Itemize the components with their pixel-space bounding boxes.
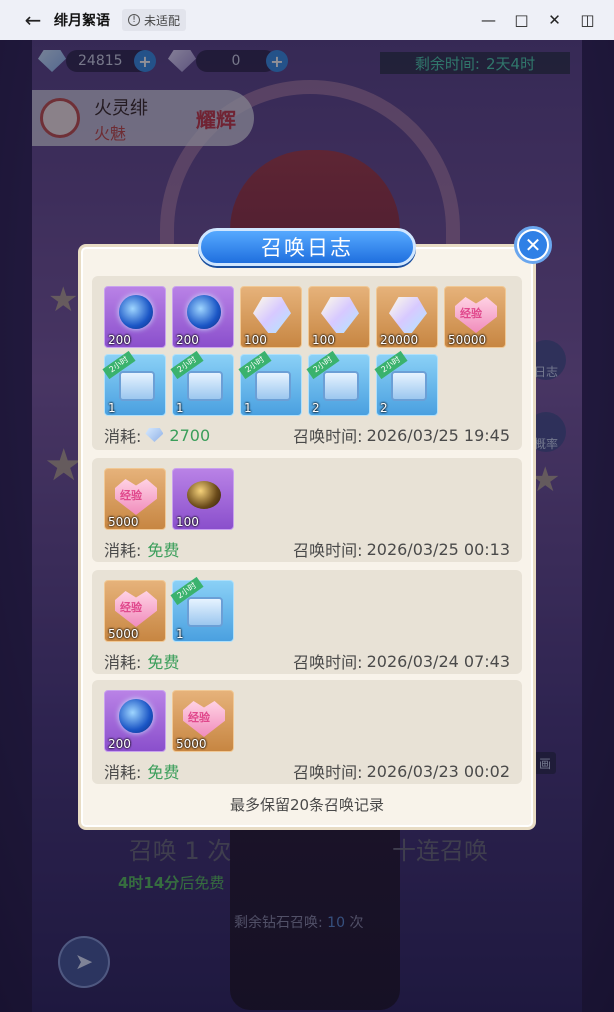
reward-item[interactable]: 2小时 2 xyxy=(374,350,438,416)
log-entry-footer: 消耗: 免费 召唤时间: 2026/03/24 07:43 xyxy=(104,650,510,673)
close-x-icon: ✕ xyxy=(519,231,547,259)
treasure-chest-icon xyxy=(255,371,291,401)
reward-item[interactable]: 经验 50000 xyxy=(444,286,506,348)
reward-item[interactable]: 经验 5000 xyxy=(104,468,166,530)
log-entry: 经验 5000 100 消耗: 免费 召唤时间: 2026/03/25 00:13 xyxy=(92,458,522,562)
dialog-title: 召唤日志 xyxy=(261,236,353,260)
cost-value: 免费 xyxy=(147,541,180,560)
dialog-footer-note: 最多保留20条召唤记录 xyxy=(229,796,385,814)
reward-quantity: 200 xyxy=(108,737,131,751)
crystal-orb-icon xyxy=(187,295,221,329)
summon-time-label: 召唤时间: xyxy=(293,427,363,446)
gem-crystal-icon xyxy=(389,297,427,333)
log-entry: 200 经验 5000 消耗: 免费 召唤时间: 2026/03/23 00:02 xyxy=(92,680,522,784)
log-entry-footer: 消耗: 2700 召唤时间: 2026/03/25 19:45 xyxy=(104,424,510,447)
reward-item[interactable]: 200 xyxy=(104,286,166,348)
reward-item[interactable]: 20000 xyxy=(376,286,438,348)
cost-value: 免费 xyxy=(147,653,180,672)
heart-exp-text: 经验 xyxy=(460,307,482,320)
summon-time-value: 2026/03/23 00:02 xyxy=(366,761,510,781)
cost-value: 2700 xyxy=(169,425,211,445)
reward-item[interactable]: 2小时 1 xyxy=(102,350,166,416)
cost-value: 免费 xyxy=(147,763,180,782)
reward-item[interactable]: 经验 5000 xyxy=(172,690,234,752)
crystal-orb-icon xyxy=(119,295,153,329)
log-entry: 经验 5000 2小时 1 消耗: 免费 召唤时间: 2026/03/24 07:43 xyxy=(92,570,522,674)
minimize-icon[interactable]: — xyxy=(472,0,505,40)
log-entry-footer: 消耗: 免费 召唤时间: 2026/03/25 00:13 xyxy=(104,538,510,561)
reward-quantity: 1 xyxy=(108,401,116,415)
reward-quantity: 5000 xyxy=(108,515,139,529)
reward-item[interactable]: 2小时 2 xyxy=(306,350,370,416)
heart-exp-text: 经验 xyxy=(188,711,210,724)
reward-quantity: 200 xyxy=(176,333,199,347)
reward-item[interactable]: 2小时 1 xyxy=(170,576,234,642)
reward-quantity: 100 xyxy=(244,333,267,347)
summon-time-label: 召唤时间: xyxy=(293,541,363,560)
summon-time-value: 2026/03/24 07:43 xyxy=(366,651,510,671)
reward-quantity: 100 xyxy=(312,333,335,347)
info-icon: ! xyxy=(128,14,140,26)
reward-quantity: 1 xyxy=(244,401,252,415)
treasure-chest-icon xyxy=(323,371,359,401)
reward-item[interactable]: 100 xyxy=(172,468,234,530)
cost-label: 消耗: xyxy=(104,763,142,782)
gem-crystal-icon xyxy=(321,297,359,333)
cost-label: 消耗: xyxy=(104,427,142,446)
reward-item[interactable]: 经验 5000 xyxy=(104,580,166,642)
treasure-chest-icon xyxy=(391,371,427,401)
log-entry: 200 200 100 100 20000 经验 50000 2小时 1 2小时 1 2小时 1 2小时 2… xyxy=(92,276,522,450)
compat-badge-label: 未适配 xyxy=(144,13,181,28)
maximize-icon[interactable]: □ xyxy=(505,0,538,40)
golden-bowl-icon xyxy=(187,481,221,509)
dialog-close-button[interactable]: ✕ xyxy=(514,226,552,264)
reward-quantity: 50000 xyxy=(448,333,487,347)
reward-quantity: 2 xyxy=(380,401,388,415)
reward-item[interactable]: 100 xyxy=(308,286,370,348)
reward-quantity: 5000 xyxy=(176,737,207,751)
window-titlebar: ← 绯月絮语 ! 未适配 — □ ✕ ◫ xyxy=(0,0,614,40)
reward-item[interactable]: 100 xyxy=(240,286,302,348)
window-controls: — □ ✕ ◫ xyxy=(472,0,604,40)
close-icon[interactable]: ✕ xyxy=(538,0,571,40)
heart-exp-text: 经验 xyxy=(120,489,142,502)
treasure-chest-icon xyxy=(119,371,155,401)
sidebar-icon[interactable]: ◫ xyxy=(571,0,604,40)
reward-quantity: 1 xyxy=(176,627,184,641)
heart-exp-text: 经验 xyxy=(120,601,142,614)
log-entry-footer: 消耗: 免费 召唤时间: 2026/03/23 00:02 xyxy=(104,760,510,783)
compat-badge[interactable]: ! 未适配 xyxy=(122,9,187,31)
reward-item[interactable]: 200 xyxy=(172,286,234,348)
dialog-title-banner: 召唤日志 xyxy=(198,228,416,266)
cost-label: 消耗: xyxy=(104,541,142,560)
crystal-orb-icon xyxy=(119,699,153,733)
reward-item[interactable]: 2小时 1 xyxy=(238,350,302,416)
treasure-chest-icon xyxy=(187,371,223,401)
reward-quantity: 20000 xyxy=(380,333,419,347)
treasure-chest-icon xyxy=(187,597,223,627)
summon-time-value: 2026/03/25 19:45 xyxy=(366,425,510,445)
reward-item[interactable]: 2小时 1 xyxy=(170,350,234,416)
summon-time-label: 召唤时间: xyxy=(293,653,363,672)
reward-quantity: 100 xyxy=(176,515,199,529)
cost-label: 消耗: xyxy=(104,653,142,672)
reward-quantity: 2 xyxy=(312,401,320,415)
reward-quantity: 200 xyxy=(108,333,131,347)
gem-crystal-icon xyxy=(253,297,291,333)
summon-time-label: 召唤时间: xyxy=(293,763,363,782)
reward-item[interactable]: 200 xyxy=(104,690,166,752)
window-title: 绯月絮语 xyxy=(54,13,110,29)
summon-time-value: 2026/03/25 00:13 xyxy=(366,539,510,559)
back-arrow-icon[interactable]: ← xyxy=(16,0,50,40)
diamond-icon xyxy=(145,428,164,442)
reward-quantity: 1 xyxy=(176,401,184,415)
reward-quantity: 5000 xyxy=(108,627,139,641)
